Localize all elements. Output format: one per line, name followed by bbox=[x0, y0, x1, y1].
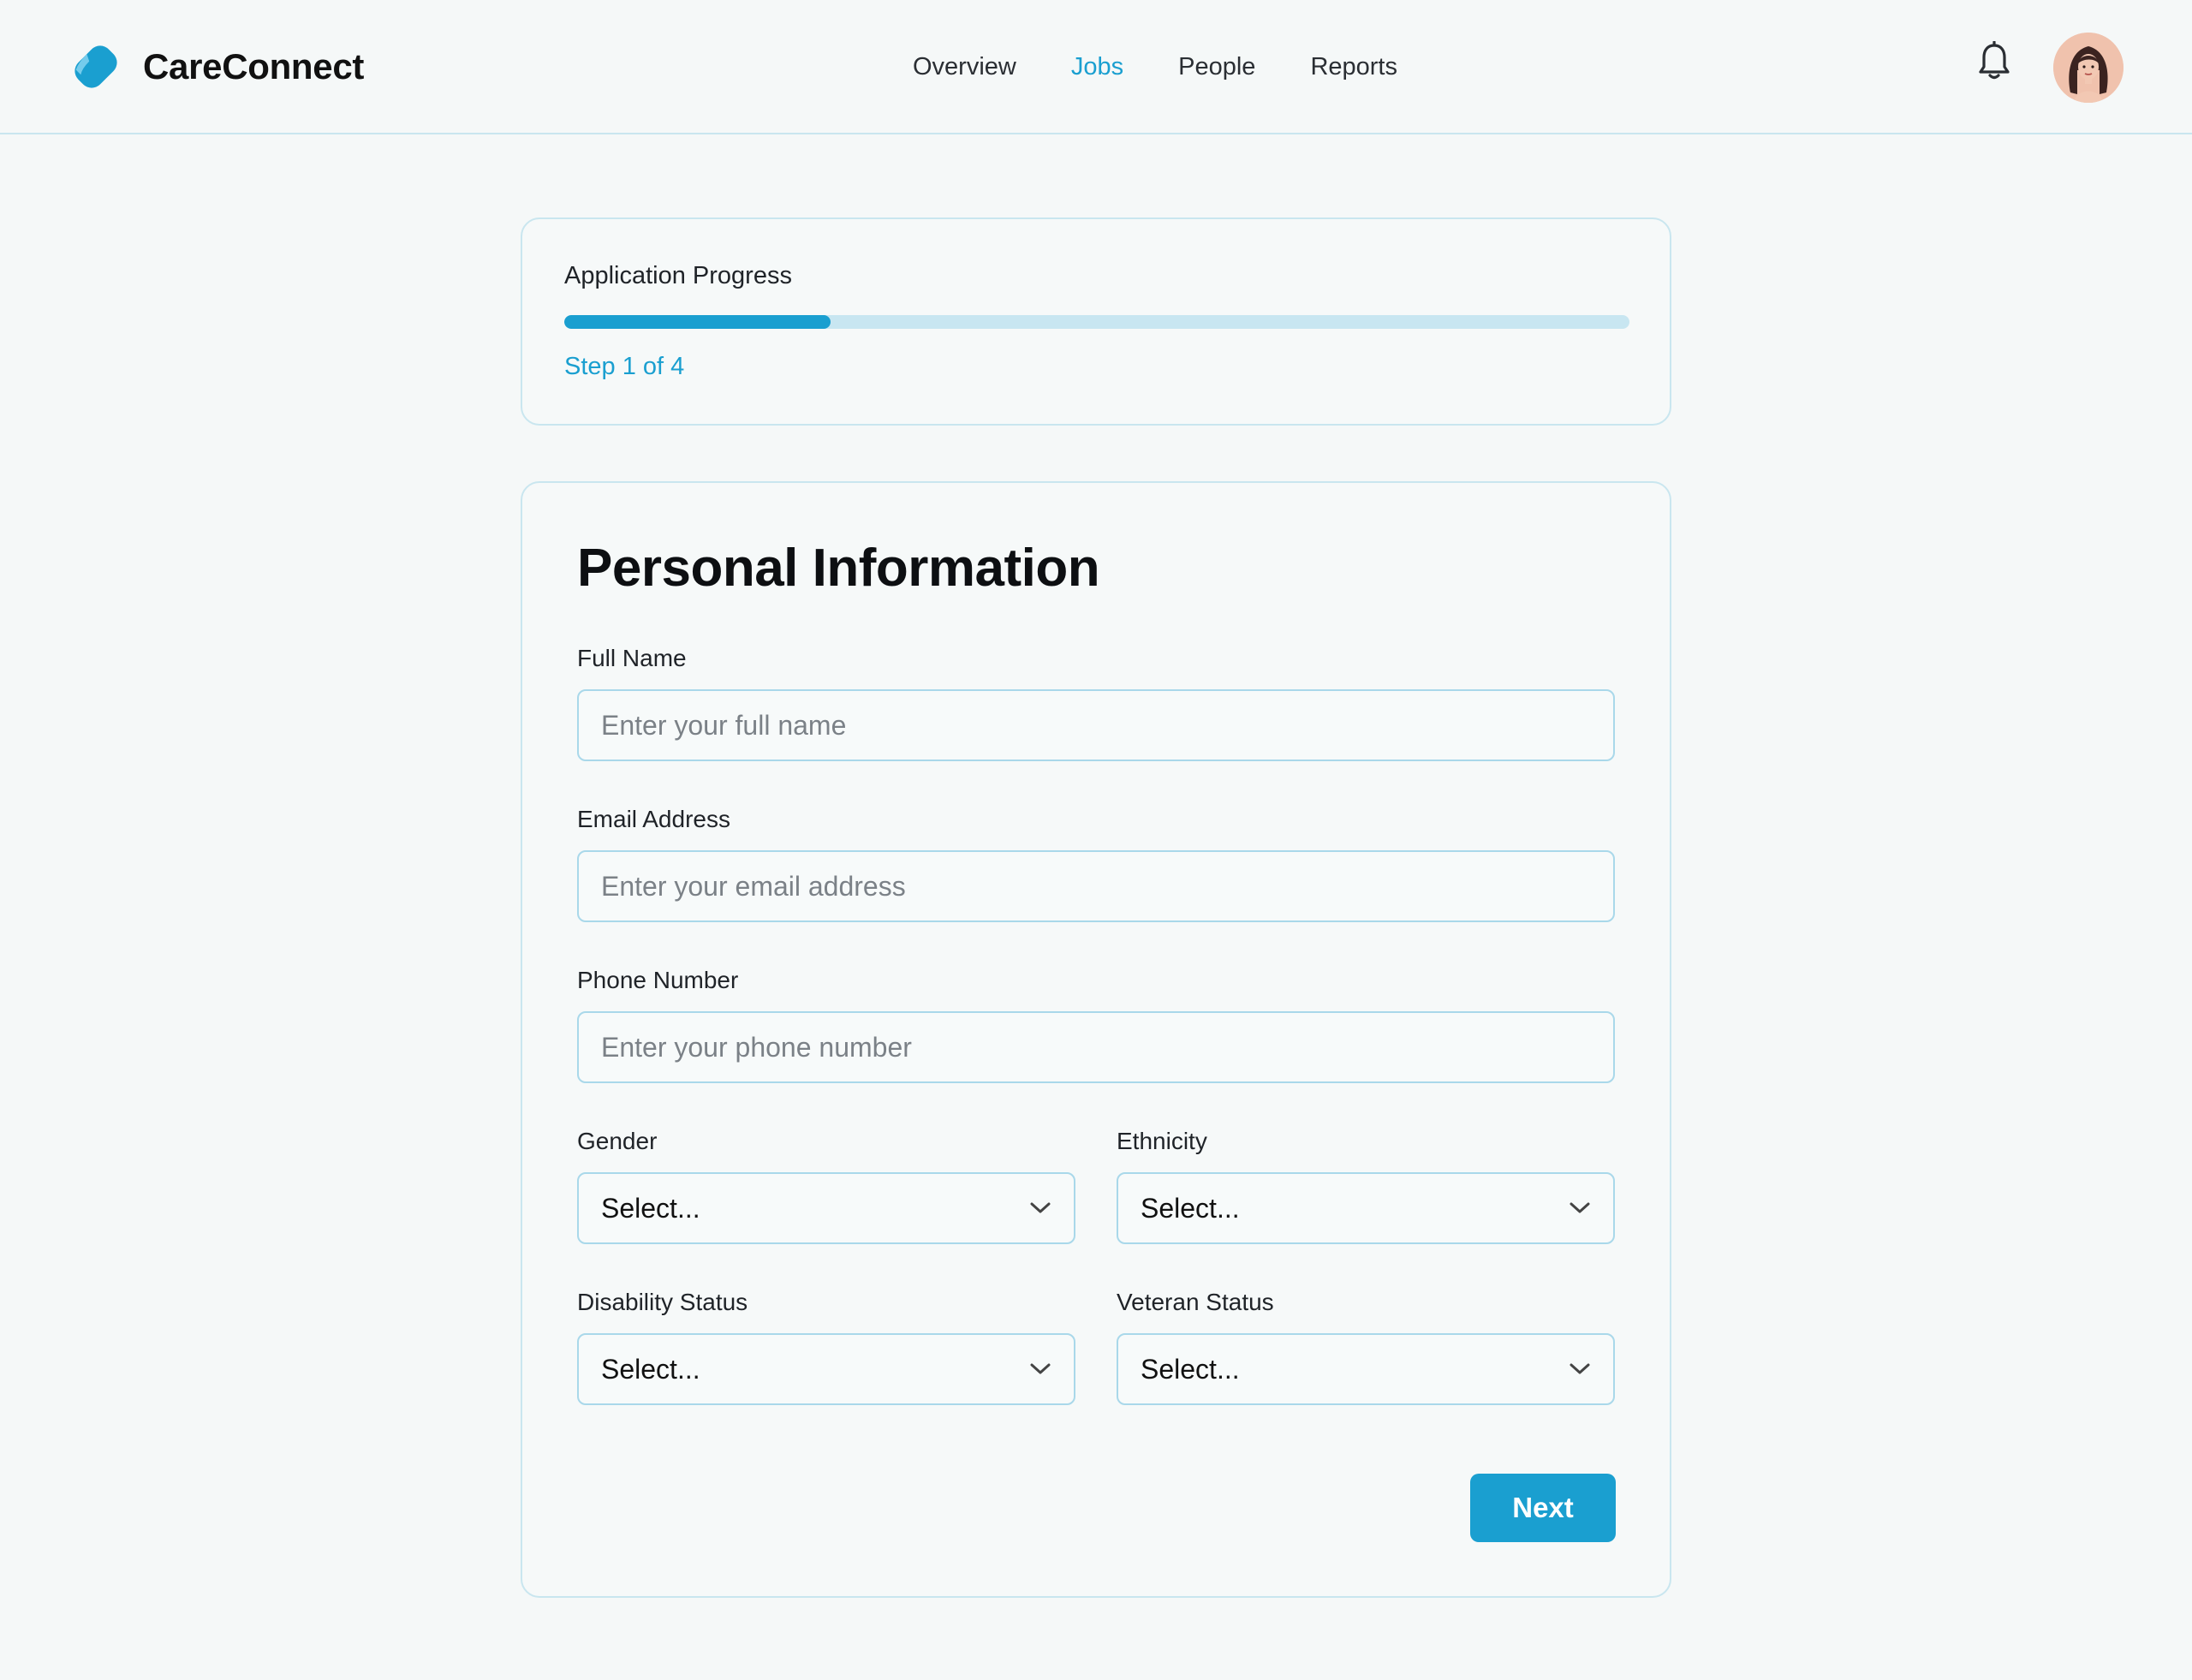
careconnect-logo-icon bbox=[74, 45, 117, 88]
app-name: CareConnect bbox=[143, 46, 365, 86]
full-name-label: Full Name bbox=[577, 645, 687, 671]
progress-bar-fill bbox=[564, 315, 831, 329]
veteran-status-select[interactable]: Select... bbox=[1117, 1333, 1615, 1405]
gender-select-value: Select... bbox=[601, 1192, 700, 1224]
user-avatar-image bbox=[2053, 33, 2124, 103]
email-label: Email Address bbox=[577, 806, 730, 832]
gender-label: Gender bbox=[577, 1128, 658, 1154]
chevron-down-icon bbox=[1570, 1363, 1590, 1374]
ethnicity-select[interactable]: Select... bbox=[1117, 1172, 1615, 1244]
disability-status-select-value: Select... bbox=[601, 1353, 700, 1385]
ethnicity-select-value: Select... bbox=[1141, 1192, 1240, 1224]
disability-status-label: Disability Status bbox=[577, 1289, 748, 1315]
veteran-status-label: Veteran Status bbox=[1117, 1289, 1274, 1315]
nav-item-reports[interactable]: Reports bbox=[1310, 53, 1397, 81]
form-title: Personal Information bbox=[577, 539, 1100, 598]
disability-status-select[interactable]: Select... bbox=[577, 1333, 1075, 1405]
progress-title: Application Progress bbox=[564, 262, 792, 289]
chevron-down-icon bbox=[1030, 1202, 1051, 1213]
next-button[interactable]: Next bbox=[1470, 1474, 1616, 1542]
main-nav: Overview Jobs People Reports bbox=[913, 48, 1397, 86]
phone-input[interactable] bbox=[577, 1011, 1615, 1083]
email-input[interactable] bbox=[577, 850, 1615, 922]
veteran-status-select-value: Select... bbox=[1141, 1353, 1240, 1385]
full-name-input[interactable] bbox=[577, 689, 1615, 761]
top-navigation-bar: CareConnect Overview Jobs People Reports bbox=[0, 0, 2192, 134]
progress-step-text: Step 1 of 4 bbox=[564, 353, 685, 380]
avatar[interactable] bbox=[2053, 33, 2124, 103]
personal-information-form: Personal Information Full Name Email Add… bbox=[521, 481, 1671, 1598]
application-progress-card: Application Progress Step 1 of 4 bbox=[521, 217, 1671, 426]
gender-select[interactable]: Select... bbox=[577, 1172, 1075, 1244]
chevron-down-icon bbox=[1030, 1363, 1051, 1374]
nav-item-jobs[interactable]: Jobs bbox=[1071, 53, 1123, 81]
chevron-down-icon bbox=[1570, 1202, 1590, 1213]
phone-label: Phone Number bbox=[577, 967, 739, 993]
nav-item-people[interactable]: People bbox=[1178, 53, 1255, 81]
progress-bar bbox=[564, 315, 1629, 329]
brand[interactable]: CareConnect bbox=[69, 39, 364, 94]
bell-icon[interactable] bbox=[1977, 41, 2011, 82]
nav-item-overview[interactable]: Overview bbox=[913, 53, 1016, 81]
ethnicity-label: Ethnicity bbox=[1117, 1128, 1207, 1154]
